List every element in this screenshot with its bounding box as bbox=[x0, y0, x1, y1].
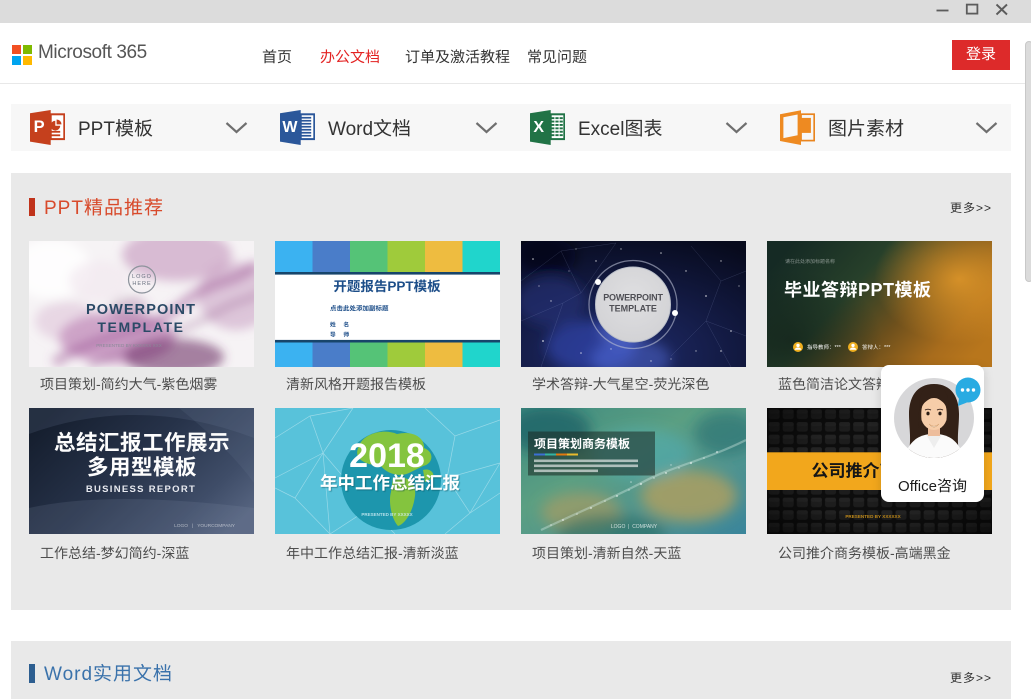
svg-text:开题报告PPT模板: 开题报告PPT模板 bbox=[333, 279, 441, 294]
svg-text:多用型模板: 多用型模板 bbox=[87, 456, 197, 480]
svg-text:点击此处添加副标题: 点击此处添加副标题 bbox=[330, 305, 389, 313]
svg-text:年中工作总结汇报: 年中工作总结汇报 bbox=[320, 473, 460, 493]
svg-text:HERE: HERE bbox=[132, 281, 151, 287]
svg-text:LOGO: LOGO bbox=[132, 274, 152, 280]
svg-text:姓 名: 姓 名 bbox=[330, 322, 352, 329]
svg-text:LOGO | YOURCOMPANY: LOGO | YOURCOMPANY bbox=[174, 523, 236, 529]
svg-text:答辩人：***: 答辩人：*** bbox=[862, 344, 891, 351]
svg-text:导 师: 导 师 bbox=[330, 332, 352, 339]
svg-text:P: P bbox=[34, 118, 45, 136]
svg-text:PRESENTED BY XXXXX: PRESENTED BY XXXXX bbox=[361, 512, 412, 517]
svg-text:2018: 2018 bbox=[349, 437, 425, 475]
svg-text:请在此处添加标题名称: 请在此处添加标题名称 bbox=[785, 258, 835, 265]
svg-text:BUSINESS REPORT: BUSINESS REPORT bbox=[86, 484, 196, 495]
svg-text:PRESENTED BY KXXXXX XXX: PRESENTED BY KXXXXX XXX bbox=[96, 343, 162, 348]
svg-text:TEMPLATE: TEMPLATE bbox=[97, 319, 184, 335]
svg-text:POWERPOINT: POWERPOINT bbox=[86, 302, 196, 318]
svg-text:总结汇报工作展示: 总结汇报工作展示 bbox=[54, 431, 230, 455]
svg-text:X: X bbox=[533, 119, 544, 136]
svg-text:W: W bbox=[282, 119, 298, 136]
svg-text:PRESENTED BY XXXXXX: PRESENTED BY XXXXXX bbox=[845, 514, 901, 519]
svg-text:TEMPLATE: TEMPLATE bbox=[609, 304, 657, 314]
svg-text:毕业答辩PPT模板: 毕业答辩PPT模板 bbox=[784, 280, 932, 300]
svg-text:LOGO | COMPANY: LOGO | COMPANY bbox=[611, 524, 658, 530]
svg-text:POWERPOINT: POWERPOINT bbox=[603, 293, 663, 303]
svg-text:项目策划商务模板: 项目策划商务模板 bbox=[534, 437, 630, 451]
svg-text:指导教师：***: 指导教师：*** bbox=[807, 344, 842, 351]
